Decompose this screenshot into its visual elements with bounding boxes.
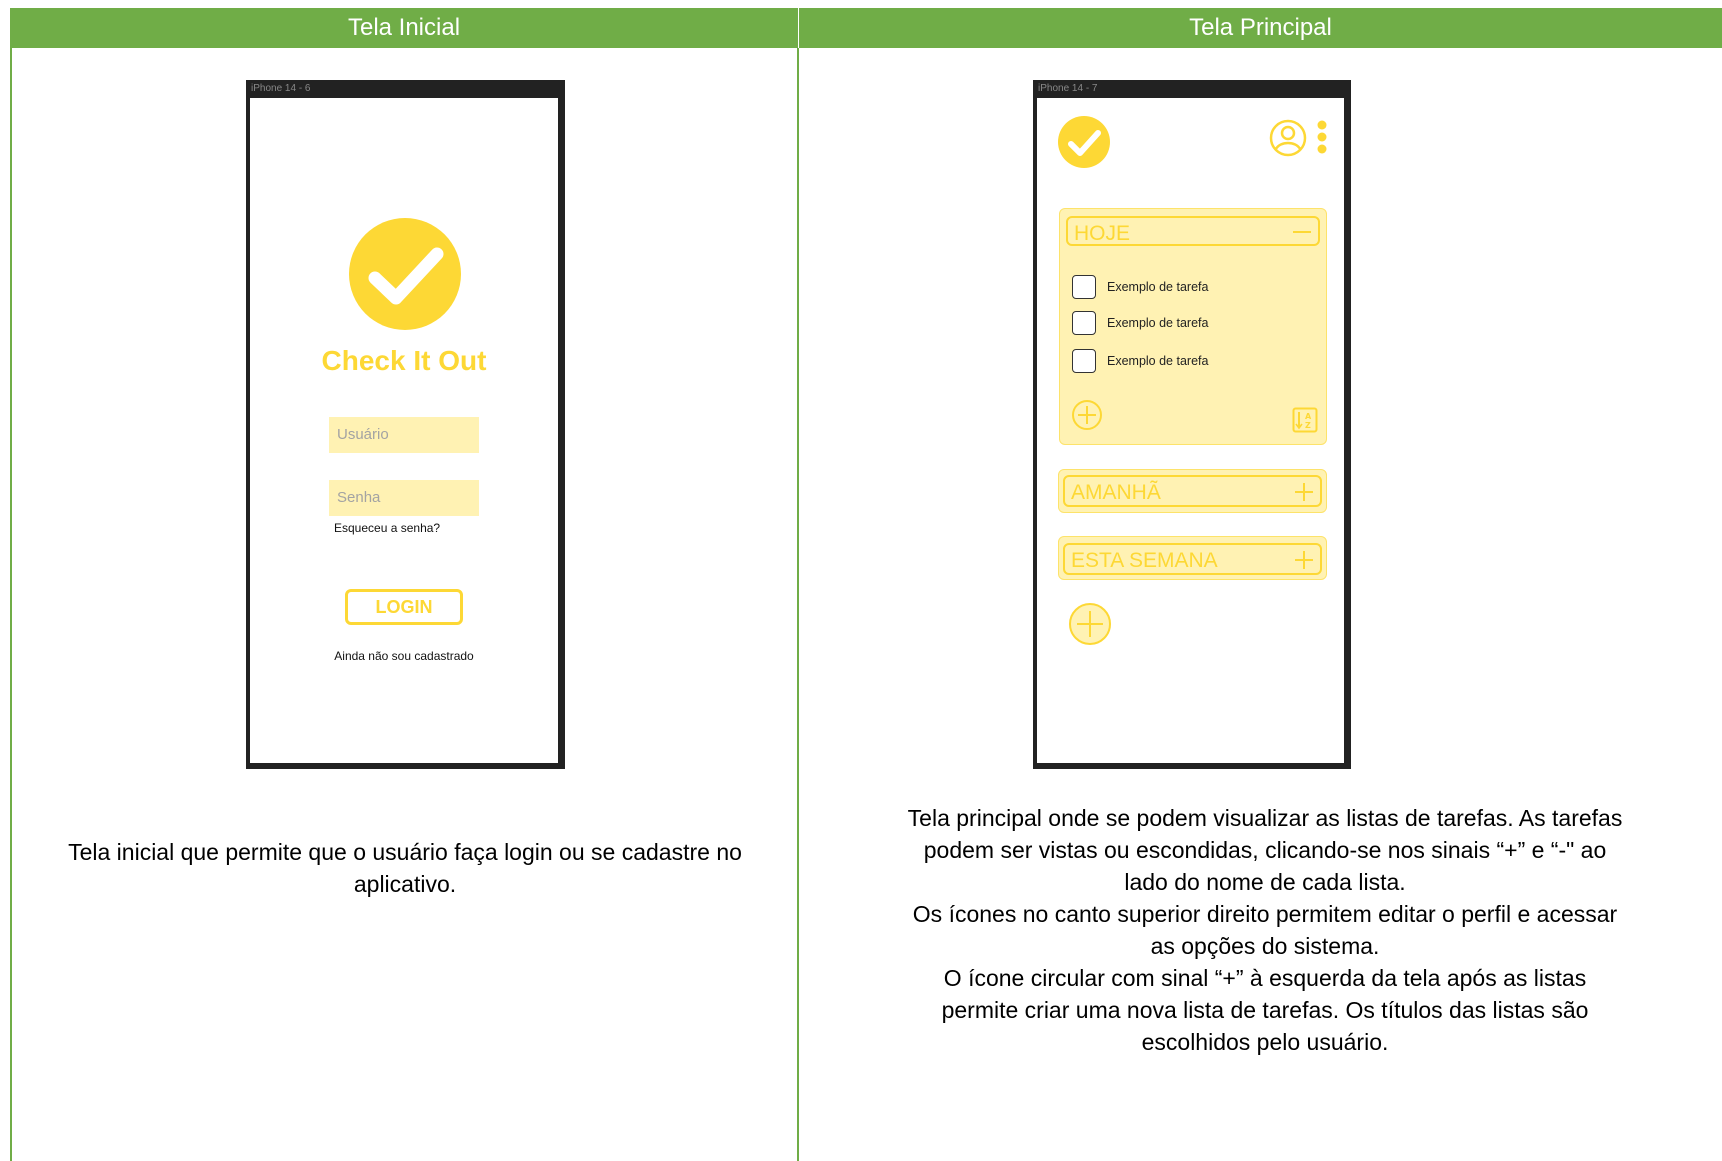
- caption-line: Tela principal onde se podem visualizar …: [907, 805, 1623, 831]
- svg-text:Z: Z: [1305, 421, 1311, 430]
- caption-line: escolhidos pelo usuário.: [1141, 1029, 1389, 1055]
- caption-line: as opções do sistema.: [1150, 933, 1380, 959]
- task-label: Exemplo de tarefa: [1107, 354, 1209, 368]
- task-checkbox[interactable]: [1072, 311, 1096, 335]
- list-title: HOJE: [1074, 222, 1131, 245]
- caption-line: O ícone circular com sinal “+” à esquerd…: [943, 965, 1587, 991]
- more-vertical-icon[interactable]: [1316, 119, 1328, 155]
- username-input[interactable]: Usuário: [329, 417, 479, 453]
- password-input[interactable]: Senha: [329, 480, 479, 516]
- check-circle-icon: [349, 218, 461, 330]
- list-title: ESTA SEMANA: [1071, 549, 1218, 572]
- task-label: Exemplo de tarefa: [1107, 316, 1209, 330]
- caption-tela-principal: Tela principal onde se podem visualizar …: [808, 802, 1722, 1058]
- list-card-amanha: AMANHÃ: [1058, 469, 1327, 513]
- main-screen: HOJE Exemplo de tarefa Exemplo de tarefa…: [1037, 98, 1344, 763]
- sort-az-icon[interactable]: A Z: [1292, 407, 1318, 433]
- list-header-amanha[interactable]: AMANHÃ: [1063, 475, 1322, 507]
- phone-label: iPhone 14 - 6: [251, 83, 311, 94]
- caption-line: lado do nome de cada lista.: [1124, 869, 1406, 895]
- task-row: Exemplo de tarefa: [1072, 310, 1208, 336]
- task-row: Exemplo de tarefa: [1072, 274, 1208, 300]
- forgot-password-link[interactable]: Esqueceu a senha?: [334, 521, 440, 535]
- list-header-esta-semana[interactable]: ESTA SEMANA: [1063, 543, 1322, 575]
- svg-text:A: A: [1305, 412, 1312, 421]
- phone-mockup-login: iPhone 14 - 6 Check It Out Usuário Senha…: [246, 80, 565, 769]
- caption-line: Os ícones no canto superior direito perm…: [912, 901, 1618, 927]
- login-button[interactable]: LOGIN: [345, 589, 463, 625]
- check-circle-icon: [1058, 116, 1110, 168]
- plus-icon[interactable]: [1294, 482, 1314, 502]
- caption-tela-inicial: Tela inicial que permite que o usuário f…: [68, 839, 742, 897]
- list-title: AMANHÃ: [1071, 481, 1161, 504]
- task-label: Exemplo de tarefa: [1107, 280, 1209, 294]
- list-header-hoje[interactable]: HOJE: [1066, 216, 1320, 246]
- table-divider: [797, 48, 799, 1161]
- task-checkbox[interactable]: [1072, 349, 1096, 373]
- plus-circle-icon[interactable]: [1071, 399, 1103, 431]
- caption-line: podem ser vistas ou escondidas, clicando…: [923, 837, 1607, 863]
- register-link[interactable]: Ainda não sou cadastrado: [250, 649, 558, 663]
- phone-mockup-main: iPhone 14 - 7 HOJE Exemplo de tarefa Exe…: [1033, 80, 1351, 769]
- column-header-tela-principal: Tela Principal: [799, 8, 1722, 48]
- list-card-hoje: HOJE Exemplo de tarefa Exemplo de tarefa…: [1059, 208, 1327, 445]
- minus-icon[interactable]: [1292, 224, 1312, 240]
- login-screen: Check It Out Usuário Senha Esqueceu a se…: [250, 98, 558, 763]
- add-list-button[interactable]: [1068, 602, 1112, 646]
- plus-icon[interactable]: [1294, 550, 1314, 570]
- table-border-left: [10, 48, 12, 1161]
- user-icon[interactable]: [1268, 118, 1308, 158]
- app-name: Check It Out: [321, 345, 487, 376]
- list-card-esta-semana: ESTA SEMANA: [1058, 536, 1327, 580]
- caption-line: permite criar uma nova lista de tarefas.…: [941, 997, 1589, 1023]
- column-header-tela-inicial: Tela Inicial: [10, 8, 798, 48]
- task-row: Exemplo de tarefa: [1072, 348, 1208, 374]
- phone-label: iPhone 14 - 7: [1038, 83, 1098, 94]
- task-checkbox[interactable]: [1072, 275, 1096, 299]
